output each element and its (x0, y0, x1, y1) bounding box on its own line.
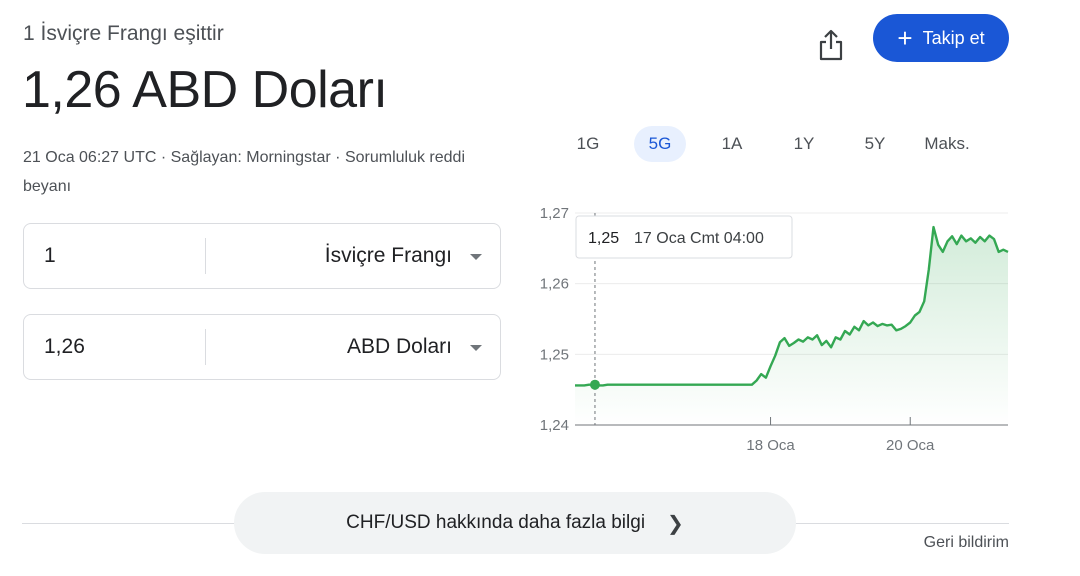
source-info: 21 Oca 06:27 UTC · Sağlayan: Morningstar… (23, 143, 513, 201)
from-amount-input[interactable]: 1 (44, 224, 56, 288)
feedback-link[interactable]: Geri bildirim (924, 534, 1009, 552)
more-info-label: CHF/USD hakkında daha fazla bilgi (346, 512, 646, 533)
dropdown-caret-icon[interactable] (470, 254, 482, 260)
meta-separator: · (156, 149, 171, 166)
chart-cursor-point (589, 379, 600, 390)
follow-label: Takip et (922, 27, 985, 48)
x-tick-label: 18 Oca (746, 437, 795, 454)
y-tick-label: 1,27 (540, 205, 569, 222)
range-tab-1d[interactable]: 1G (566, 126, 610, 162)
y-tick-label: 1,25 (540, 346, 569, 363)
provider: Sağlayan: Morningstar (170, 149, 331, 166)
to-currency-select[interactable]: ABD Doları (347, 315, 452, 379)
from-currency-row: 1 İsviçre Frangı (23, 223, 501, 289)
dropdown-caret-icon[interactable] (470, 345, 482, 351)
range-tab-1m[interactable]: 1A (710, 126, 754, 162)
plus-icon: + (897, 23, 913, 53)
y-tick-label: 1,26 (540, 276, 569, 293)
more-info-button[interactable]: CHF/USD hakkında daha fazla bilgi ❯ (234, 492, 796, 554)
chart-tooltip: 1,25 17 Oca Cmt 04:00 (575, 215, 793, 259)
range-tab-max[interactable]: Maks. (918, 126, 976, 162)
x-tick-label: 20 Oca (886, 437, 935, 454)
divider-line (792, 523, 1009, 524)
divider-line (22, 523, 238, 524)
range-tab-5y[interactable]: 5Y (853, 126, 897, 162)
timestamp: 21 Oca 06:27 UTC (23, 149, 157, 166)
tooltip-value: 1,25 (588, 230, 619, 247)
exchange-rate-chart[interactable]: 1,27 1,26 1,25 1,24 18 Oca 20 Oca 1,25 17 Oca… (520, 196, 1015, 466)
from-currency-select[interactable]: İsviçre Frangı (325, 224, 452, 288)
meta-separator: · (330, 149, 345, 166)
conversion-description: 1 İsviçre Frangı eşittir (23, 22, 224, 45)
y-tick-label: 1,24 (540, 417, 569, 434)
follow-button[interactable]: + Takip et (873, 14, 1009, 62)
field-divider (205, 238, 206, 274)
share-icon (819, 29, 843, 61)
field-divider (205, 329, 206, 365)
range-tab-1y[interactable]: 1Y (782, 126, 826, 162)
converted-value: 1,26 ABD Doları (22, 61, 388, 119)
tooltip-time: 17 Oca Cmt 04:00 (634, 230, 764, 247)
share-button[interactable] (810, 24, 852, 66)
to-currency-row: 1,26 ABD Doları (23, 314, 501, 380)
chevron-right-icon: ❯ (667, 512, 684, 535)
range-tab-5d[interactable]: 5G (634, 126, 686, 162)
to-amount-input[interactable]: 1,26 (44, 315, 85, 379)
